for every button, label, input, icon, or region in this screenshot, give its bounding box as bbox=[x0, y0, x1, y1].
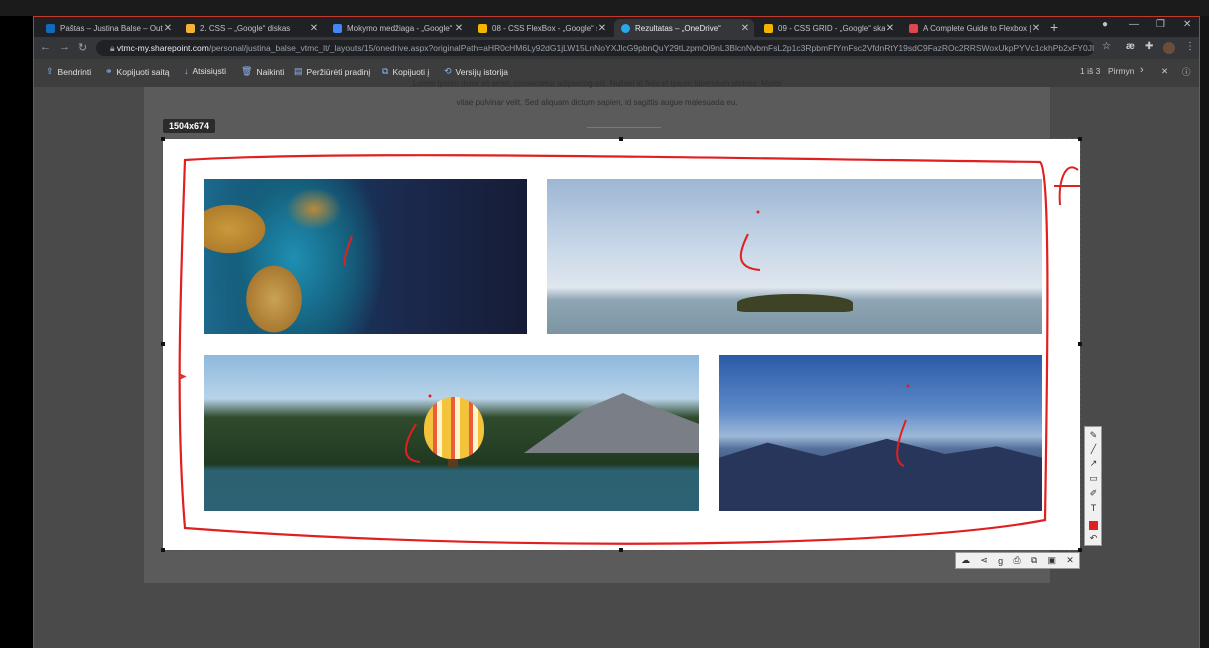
marker-icon[interactable]: ✎ bbox=[1088, 430, 1099, 441]
mouse-cursor-icon: ➤ bbox=[178, 371, 188, 383]
upload-cloud-icon[interactable]: ☁ bbox=[961, 555, 970, 566]
color-swatch[interactable] bbox=[1089, 521, 1098, 530]
annotation-i-mark bbox=[739, 233, 761, 271]
annotation-toolbar: ✎ ╱ ↗ ▭ ✐ T ↶ bbox=[1084, 426, 1102, 546]
arrow-icon[interactable]: ↗ bbox=[1088, 458, 1099, 469]
print-icon[interactable]: ⎙ bbox=[1013, 555, 1020, 566]
text-icon[interactable]: T bbox=[1088, 503, 1099, 514]
copy-icon[interactable]: ⧉ bbox=[1031, 555, 1037, 566]
annotation-dot bbox=[756, 210, 760, 214]
pencil-icon[interactable]: ✐ bbox=[1088, 488, 1099, 499]
share-icon[interactable]: ⋖ bbox=[980, 555, 988, 566]
annotation-i-mark bbox=[405, 423, 421, 463]
annotation-outline bbox=[178, 154, 1049, 545]
close-icon[interactable]: ✕ bbox=[1066, 555, 1074, 566]
capture-action-toolbar: ☁ ⋖ g ⎙ ⧉ ▣ ✕ bbox=[955, 552, 1080, 569]
google-search-icon[interactable]: g bbox=[998, 556, 1003, 566]
rectangle-icon[interactable]: ▭ bbox=[1088, 473, 1099, 484]
save-icon[interactable]: ▣ bbox=[1047, 555, 1056, 566]
annotation-dot bbox=[906, 384, 910, 388]
annotation-dot bbox=[428, 394, 432, 398]
ink-annotation-layer bbox=[178, 154, 1080, 545]
line-icon[interactable]: ╱ bbox=[1088, 444, 1099, 455]
undo-icon[interactable]: ↶ bbox=[1088, 533, 1099, 544]
annotation-i-mark bbox=[343, 235, 353, 267]
annotation-f-mark bbox=[1054, 166, 1080, 206]
annotation-i-mark bbox=[896, 419, 907, 467]
